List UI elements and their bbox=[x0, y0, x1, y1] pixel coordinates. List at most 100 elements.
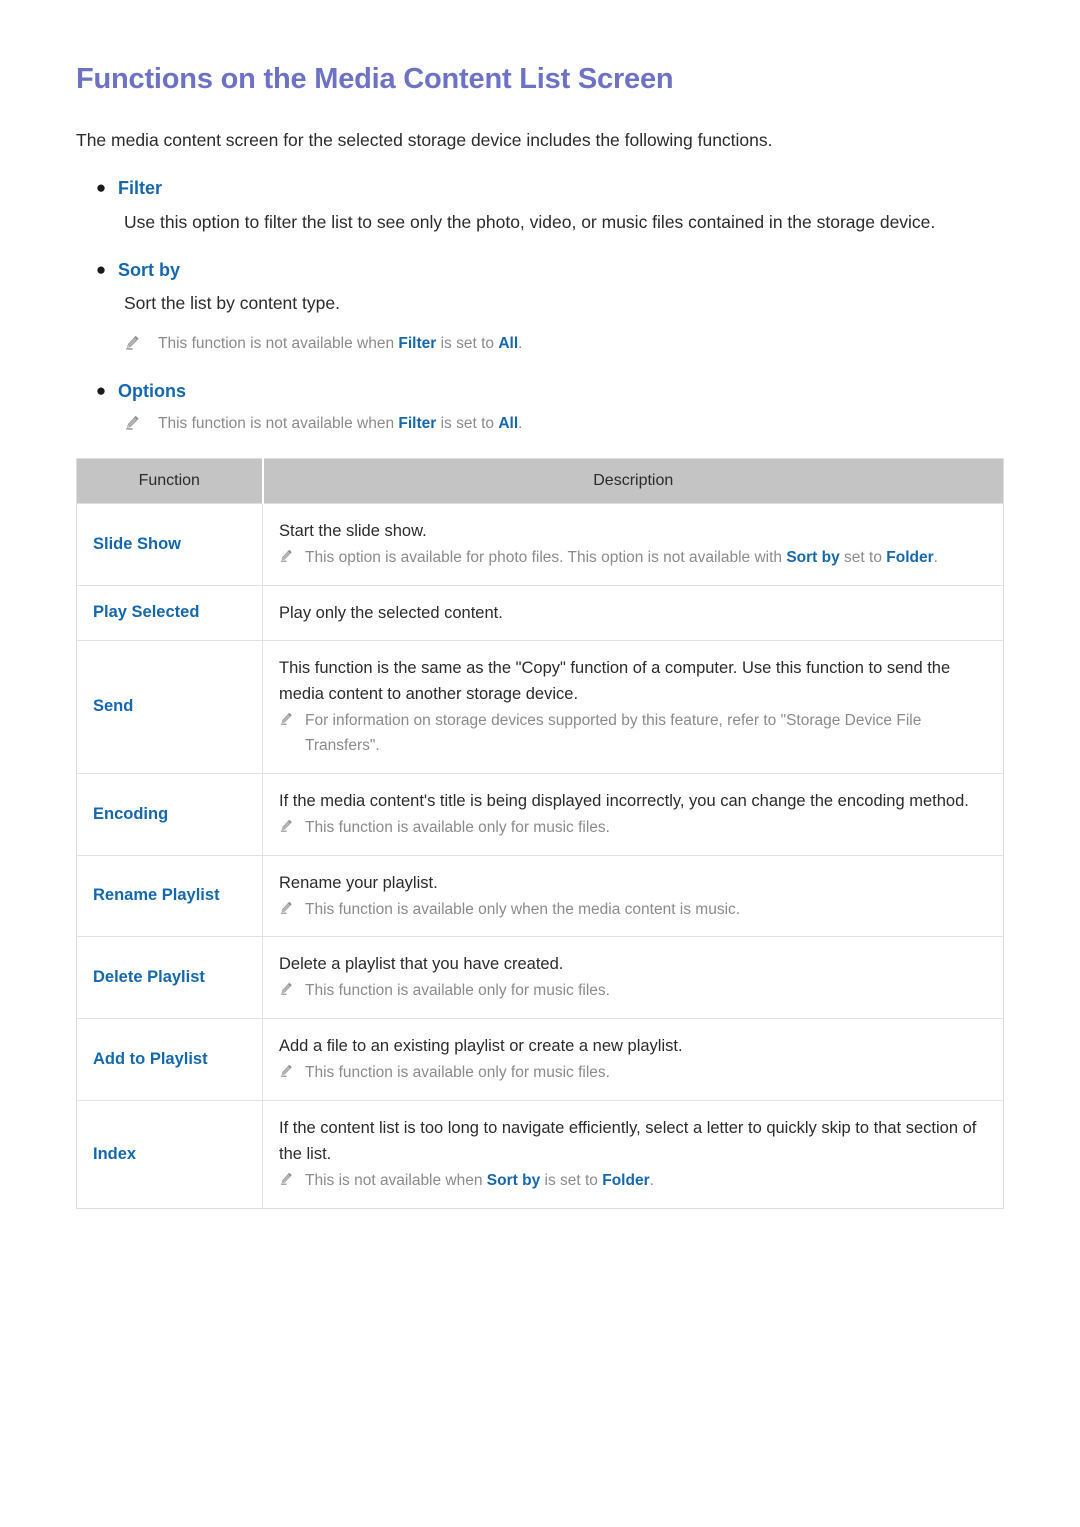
description-note: For information on storage devices suppo… bbox=[279, 709, 987, 759]
description-text: Start the slide show. bbox=[279, 522, 427, 541]
pencil-icon bbox=[124, 332, 158, 351]
description-note-term[interactable]: Sort by bbox=[487, 1172, 540, 1189]
description-note: This function is available only when the… bbox=[279, 898, 987, 923]
pencil-icon bbox=[279, 816, 305, 833]
section-note-text: This function is not available when bbox=[158, 335, 399, 353]
description-note: This is not available when Sort by is se… bbox=[279, 1169, 987, 1194]
description-note: This function is available only for musi… bbox=[279, 979, 987, 1004]
column-header-function: Function bbox=[76, 458, 264, 505]
cell-function-name[interactable]: Index bbox=[76, 1100, 263, 1209]
bullet-item-sort-by: ● Sort by bbox=[76, 257, 1004, 285]
table-body: Slide Show Start the slide show. This opti… bbox=[76, 503, 1004, 1209]
description-note-label: This function is available only for musi… bbox=[305, 816, 610, 841]
description-note-text: This function is available only for musi… bbox=[305, 982, 610, 1000]
pencil-icon bbox=[279, 546, 305, 563]
cell-description: If the media content's title is being di… bbox=[262, 773, 1004, 856]
pencil-icon bbox=[279, 1061, 305, 1078]
section-note-text: This function is not available when bbox=[158, 415, 399, 433]
description-text: If the content list is too long to navig… bbox=[279, 1119, 977, 1164]
cell-function-name[interactable]: Encoding bbox=[76, 773, 263, 856]
bullet-dot-icon: ● bbox=[95, 259, 107, 279]
description-note-term[interactable]: Folder bbox=[886, 549, 933, 566]
description-note-text: set to bbox=[839, 549, 887, 567]
pencil-icon bbox=[279, 1169, 305, 1186]
section-note-term[interactable]: All bbox=[498, 335, 518, 352]
cell-function-name[interactable]: Slide Show bbox=[76, 503, 263, 586]
section-note: This function is not available when Filt… bbox=[124, 412, 1004, 436]
pencil-icon bbox=[124, 412, 158, 431]
description-note-text: is set to bbox=[540, 1172, 603, 1190]
table-row: Slide Show Start the slide show. This opti… bbox=[76, 503, 1004, 586]
bullet-label[interactable]: Options bbox=[118, 378, 186, 406]
cell-description: Rename your playlist. This function is av… bbox=[262, 855, 1004, 938]
pencil-icon bbox=[279, 979, 305, 996]
intro-paragraph: The media content screen for the selecte… bbox=[76, 129, 773, 150]
description-note-text: This function is available only for musi… bbox=[305, 1064, 610, 1082]
section-note-text: . bbox=[518, 415, 523, 433]
section-note: This function is not available when Filt… bbox=[124, 332, 1004, 356]
section-body-text: Use this option to filter the list to se… bbox=[124, 211, 936, 232]
cell-function-name[interactable]: Add to Playlist bbox=[76, 1018, 263, 1102]
cell-function-name[interactable]: Delete Playlist bbox=[76, 936, 263, 1020]
section-note-term[interactable]: Filter bbox=[398, 415, 436, 432]
cell-description: If the content list is too long to navig… bbox=[263, 1101, 1004, 1209]
table-row: Add to Playlist Add a file to an existing… bbox=[76, 1018, 1004, 1102]
description-note-text: This is not available when bbox=[305, 1172, 487, 1190]
table-row: Play Selected Play only the selected cont… bbox=[76, 585, 1004, 641]
description-text: Rename your playlist. bbox=[279, 873, 438, 892]
description-text: This function is the same as the "Copy" … bbox=[279, 658, 951, 704]
document-page: Functions on the Media Content List Scre… bbox=[0, 0, 1080, 1527]
section-note-label: This function is not available when Filt… bbox=[158, 332, 522, 356]
description-note: This function is available only for musi… bbox=[279, 816, 987, 841]
description-note-term[interactable]: Sort by bbox=[786, 549, 839, 566]
description-note-label: This option is available for photo files… bbox=[305, 546, 938, 571]
description-note-label: This function is available only for musi… bbox=[305, 979, 610, 1004]
bullet-item-filter: ● Filter bbox=[76, 175, 1004, 203]
table-row: Rename Playlist Rename your playlist. This… bbox=[76, 855, 1004, 938]
description-note-text: . bbox=[933, 549, 938, 567]
table-head: Function Description bbox=[76, 458, 1004, 505]
bullet-label[interactable]: Filter bbox=[118, 175, 162, 203]
bullet-dot-icon: ● bbox=[95, 178, 107, 198]
description-note-text: This option is available for photo files… bbox=[305, 549, 787, 567]
section-note-term[interactable]: All bbox=[498, 415, 518, 432]
pencil-icon bbox=[279, 709, 305, 726]
bullet-item-options: ● Options bbox=[76, 378, 1004, 406]
cell-function-name[interactable]: Rename Playlist bbox=[76, 855, 263, 938]
description-note-text: For information on storage devices suppo… bbox=[305, 712, 922, 754]
cell-function-name[interactable]: Play Selected bbox=[76, 585, 263, 641]
pencil-icon bbox=[279, 898, 305, 915]
section-note-text: . bbox=[518, 335, 523, 353]
description-note-label: For information on storage devices suppo… bbox=[305, 709, 987, 759]
table-row: Send This function is the same as the "Co… bbox=[76, 640, 1004, 774]
description-note-text: . bbox=[649, 1172, 654, 1190]
sections-container: ● Filter Use this option to filter the lis… bbox=[76, 175, 1004, 436]
cell-description: Start the slide show. This option is avai… bbox=[262, 503, 1004, 586]
description-text: Delete a playlist that you have created. bbox=[279, 955, 564, 974]
table-header-row: Function Description bbox=[76, 458, 1004, 505]
description-note: This function is available only for musi… bbox=[279, 1061, 987, 1086]
page-title: Functions on the Media Content List Scre… bbox=[76, 63, 674, 95]
description-note-label: This function is available only when the… bbox=[305, 898, 740, 923]
cell-description: This function is the same as the "Copy" … bbox=[262, 640, 1004, 774]
section-note-label: This function is not available when Filt… bbox=[158, 412, 522, 436]
cell-description: Play only the selected content. bbox=[262, 585, 1004, 641]
section-body-text: Sort the list by content type. bbox=[124, 293, 340, 314]
cell-description: Delete a playlist that you have created.… bbox=[262, 936, 1004, 1020]
bullet-label[interactable]: Sort by bbox=[118, 257, 180, 285]
cell-function-name[interactable]: Send bbox=[76, 640, 263, 774]
description-note-term[interactable]: Folder bbox=[602, 1172, 649, 1189]
table-row: Encoding If the media content's title is … bbox=[76, 773, 1004, 856]
table-row: Index If the content list is too long to … bbox=[76, 1100, 1004, 1209]
functions-table: Function Description Slide Show Start the… bbox=[76, 458, 1004, 1210]
description-note: This option is available for photo files… bbox=[279, 546, 987, 571]
description-note-label: This is not available when Sort by is se… bbox=[305, 1169, 654, 1194]
description-text: If the media content's title is being di… bbox=[279, 791, 969, 810]
cell-description: Add a file to an existing playlist or cr… bbox=[262, 1018, 1004, 1102]
section-note-term[interactable]: Filter bbox=[398, 335, 436, 352]
description-note-text: This function is available only when the… bbox=[305, 900, 741, 918]
description-note-label: This function is available only for musi… bbox=[305, 1061, 610, 1086]
description-note-text: This function is available only for musi… bbox=[305, 818, 610, 836]
description-text: Add a file to an existing playlist or cr… bbox=[279, 1037, 683, 1056]
section-note-text: is set to bbox=[436, 335, 499, 353]
